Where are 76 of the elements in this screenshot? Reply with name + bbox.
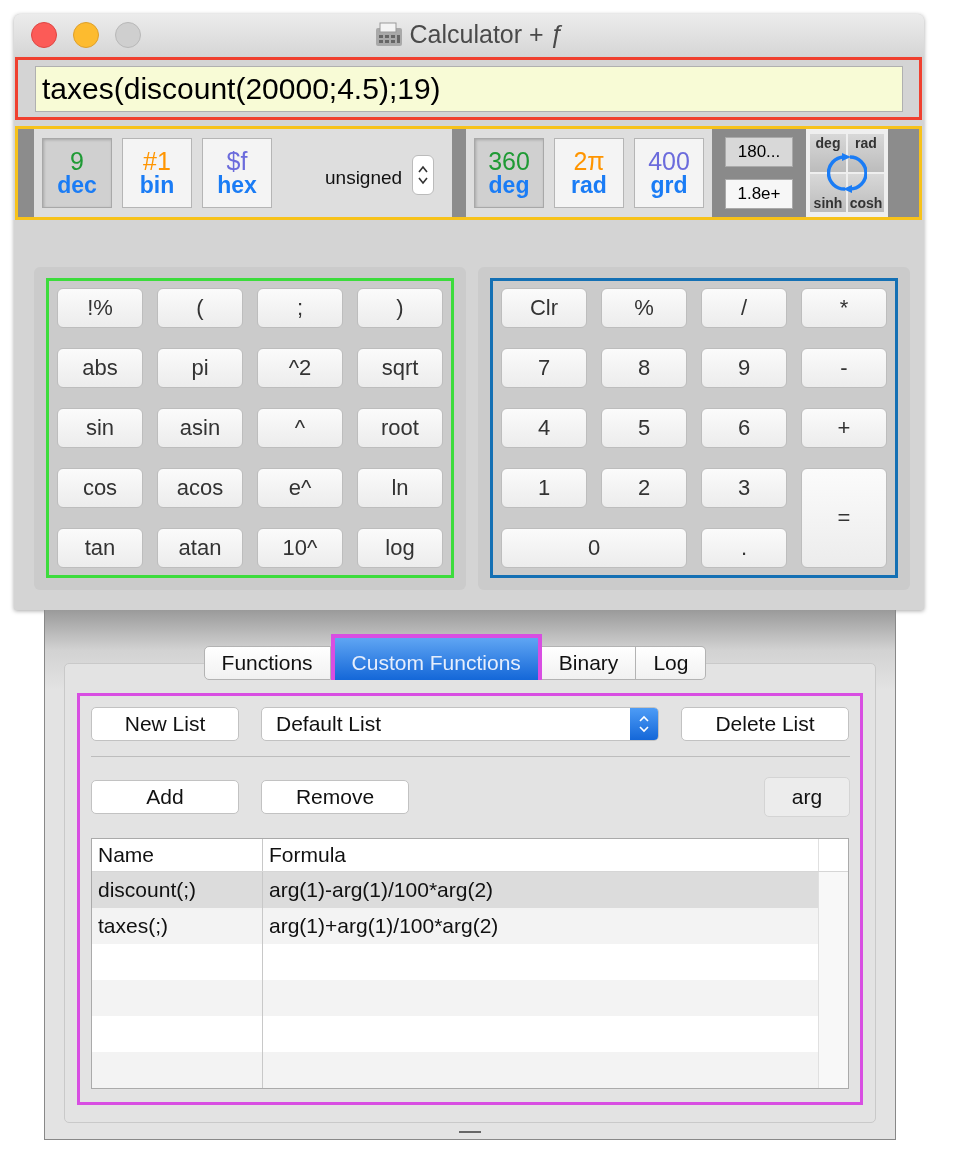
zoom-button[interactable] (115, 22, 141, 48)
key-button[interactable]: tan (57, 528, 143, 568)
key-button[interactable]: ^2 (257, 348, 343, 388)
key-button[interactable]: acos (157, 468, 243, 508)
key-button[interactable]: Clr (501, 288, 587, 328)
key-button[interactable]: ) (357, 288, 443, 328)
scrollbar-track[interactable] (818, 872, 848, 1088)
table-row[interactable]: taxes(;) arg(1)+arg(1)/100*arg(2) (92, 908, 818, 944)
key-button[interactable]: cos (57, 468, 143, 508)
key-button[interactable]: ( (157, 288, 243, 328)
key-button[interactable]: pi (157, 348, 243, 388)
key-button[interactable]: root (357, 408, 443, 448)
stepper[interactable] (412, 155, 435, 195)
calculator-icon (373, 21, 404, 48)
expression-field[interactable]: taxes(discount(20000;4.5);19) (35, 66, 903, 112)
key-button[interactable]: 10^ (257, 528, 343, 568)
column-header[interactable]: Formula (263, 839, 818, 871)
key-button[interactable]: atan (157, 528, 243, 568)
new-list-button[interactable]: New List (91, 707, 239, 741)
tab[interactable]: Log (636, 646, 707, 680)
key-button[interactable]: sqrt (357, 348, 443, 388)
key-button[interactable]: % (601, 288, 687, 328)
angle-mode-button[interactable]: 2π rad (554, 138, 624, 208)
key-button[interactable]: ; (257, 288, 343, 328)
remove-button[interactable]: Remove (261, 780, 409, 814)
base-mode-button[interactable]: $f hex (202, 138, 272, 208)
key-button[interactable]: 4 (501, 408, 587, 448)
format-button[interactable]: 1.8e+ (725, 179, 793, 209)
key-button[interactable]: ^ (257, 408, 343, 448)
key-button[interactable]: . (701, 528, 787, 568)
table-cell-text: arg(1)-arg(1)/100*arg(2) (268, 877, 495, 903)
add-button[interactable]: Add (91, 780, 239, 814)
minimize-button[interactable] (73, 22, 99, 48)
arg-button[interactable]: arg (764, 777, 850, 817)
list-popup[interactable]: Default List (261, 707, 659, 741)
table-cell-text: arg(1)+arg(1)/100*arg(2) (268, 913, 500, 939)
key-button[interactable]: / (701, 288, 787, 328)
key-button[interactable]: sin (57, 408, 143, 448)
sign-mode-label: unsigned (325, 167, 403, 189)
base-mode-button[interactable]: #1 bin (122, 138, 192, 208)
key-button[interactable]: 1 (501, 468, 587, 508)
key-button[interactable]: 7 (501, 348, 587, 388)
key-button[interactable]: - (801, 348, 887, 388)
window-title: Calculator + ƒ (409, 20, 565, 49)
tab[interactable]: Functions (203, 646, 331, 680)
key-button[interactable]: 6 (701, 408, 787, 448)
key-button[interactable]: e^ (257, 468, 343, 508)
format-button[interactable]: 180... (725, 137, 793, 167)
key-button[interactable]: ln (357, 468, 443, 508)
toggle-button[interactable]: sinh (810, 174, 846, 212)
key-button[interactable]: 0 (501, 528, 687, 568)
table-row[interactable]: discount(;) arg(1)-arg(1)/100*arg(2) (92, 872, 818, 908)
key-button[interactable]: asin (157, 408, 243, 448)
tab[interactable]: Binary (541, 646, 637, 680)
delete-list-button[interactable]: Delete List (681, 707, 849, 741)
rotate-icon (827, 153, 867, 193)
toggle-button[interactable]: rad (848, 134, 884, 172)
key-button[interactable]: !% (57, 288, 143, 328)
key-button[interactable]: + (801, 408, 887, 448)
key-button[interactable]: 2 (601, 468, 687, 508)
key-button[interactable]: log (357, 528, 443, 568)
key-button[interactable]: 9 (701, 348, 787, 388)
key-button[interactable]: * (801, 288, 887, 328)
key-button[interactable]: 5 (601, 408, 687, 448)
angle-mode-button[interactable]: 400 grd (634, 138, 704, 208)
column-header[interactable]: Name (92, 839, 263, 871)
key-button[interactable]: 8 (601, 348, 687, 388)
resize-handle[interactable] (459, 1131, 481, 1133)
toggle-button[interactable]: cosh (848, 174, 884, 212)
toggle-button[interactable]: deg (810, 134, 846, 172)
key-button[interactable]: = (801, 468, 887, 568)
popup-arrows-icon (630, 708, 658, 740)
close-button[interactable] (31, 22, 57, 48)
stepper-arrows-icon (417, 163, 430, 187)
key-button[interactable]: abs (57, 348, 143, 388)
key-button[interactable]: 3 (701, 468, 787, 508)
